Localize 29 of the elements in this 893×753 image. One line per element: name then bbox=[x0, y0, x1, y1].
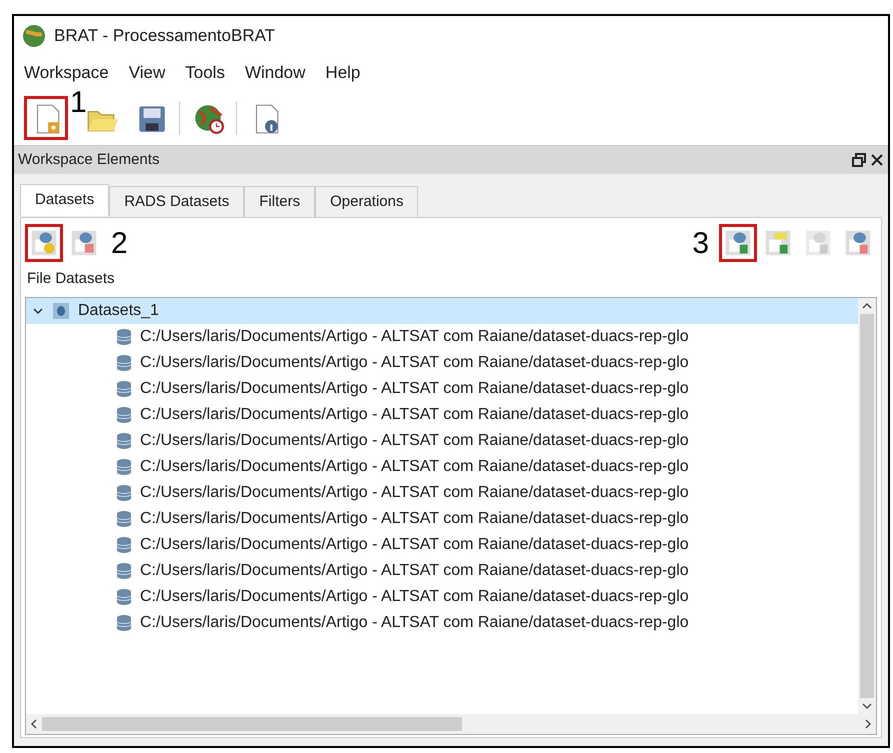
file-path[interactable]: C:/Users/laris/Documents/Artigo - ALTSAT com Raiane/dataset-duacs-rep-glo bbox=[140, 428, 689, 452]
file-path[interactable]: C:/Users/laris/Documents/Artigo - ALTSAT com Raiane/dataset-duacs-rep-glo bbox=[140, 454, 689, 478]
file-path[interactable]: C:/Users/laris/Documents/Artigo - ALTSAT com Raiane/dataset-duacs-rep-glo bbox=[140, 376, 689, 400]
file-path[interactable]: C:/Users/laris/Documents/Artigo - ALTSAT com Raiane/dataset-duacs-rep-glo bbox=[140, 610, 689, 634]
menu-item[interactable]: Workspace bbox=[24, 60, 109, 86]
file-path[interactable]: C:/Users/laris/Documents/Artigo - ALTSAT com Raiane/dataset-duacs-rep-glo bbox=[140, 480, 689, 504]
tab[interactable]: Operations bbox=[315, 186, 418, 218]
menu-item[interactable]: Help bbox=[325, 60, 360, 86]
menu-item[interactable]: Tools bbox=[185, 60, 225, 86]
tree-row[interactable]: Datasets_1 bbox=[26, 298, 858, 324]
file-path[interactable]: C:/Users/laris/Documents/Artigo - ALTSAT com Raiane/dataset-duacs-rep-glo bbox=[140, 584, 689, 608]
file-path[interactable]: C:/Users/laris/Documents/Artigo - ALTSAT com Raiane/dataset-duacs-rep-glo bbox=[140, 350, 689, 374]
annotation-number: 3 bbox=[692, 226, 709, 262]
menu-item[interactable]: View bbox=[128, 60, 166, 86]
panel-title: Workspace Elements bbox=[18, 150, 160, 170]
file-path[interactable]: C:/Users/laris/Documents/Artigo - ALTSAT com Raiane/dataset-duacs-rep-glo bbox=[140, 506, 689, 530]
tab[interactable]: Filters bbox=[244, 186, 316, 218]
annotation-number: 2 bbox=[111, 226, 128, 262]
group-label: File Datasets bbox=[27, 269, 116, 289]
tree-label: Datasets_1 bbox=[78, 300, 159, 320]
file-path[interactable]: C:/Users/laris/Documents/Artigo - ALTSAT com Raiane/dataset-duacs-rep-glo bbox=[140, 532, 689, 556]
file-path[interactable]: C:/Users/laris/Documents/Artigo - ALTSAT com Raiane/dataset-duacs-rep-glo bbox=[140, 324, 689, 348]
file-path[interactable]: C:/Users/laris/Documents/Artigo - ALTSAT com Raiane/dataset-duacs-rep-glo bbox=[140, 558, 689, 582]
window-title: BRAT - ProcessamentoBRAT bbox=[54, 25, 276, 48]
file-path[interactable]: C:/Users/laris/Documents/Artigo - ALTSAT com Raiane/dataset-duacs-rep-glo bbox=[140, 402, 689, 426]
tab[interactable]: Datasets bbox=[20, 184, 110, 216]
annotation-number: 1 bbox=[70, 88, 87, 118]
tab[interactable]: RADS Datasets bbox=[109, 186, 244, 218]
menu-item[interactable]: Window bbox=[244, 60, 306, 86]
